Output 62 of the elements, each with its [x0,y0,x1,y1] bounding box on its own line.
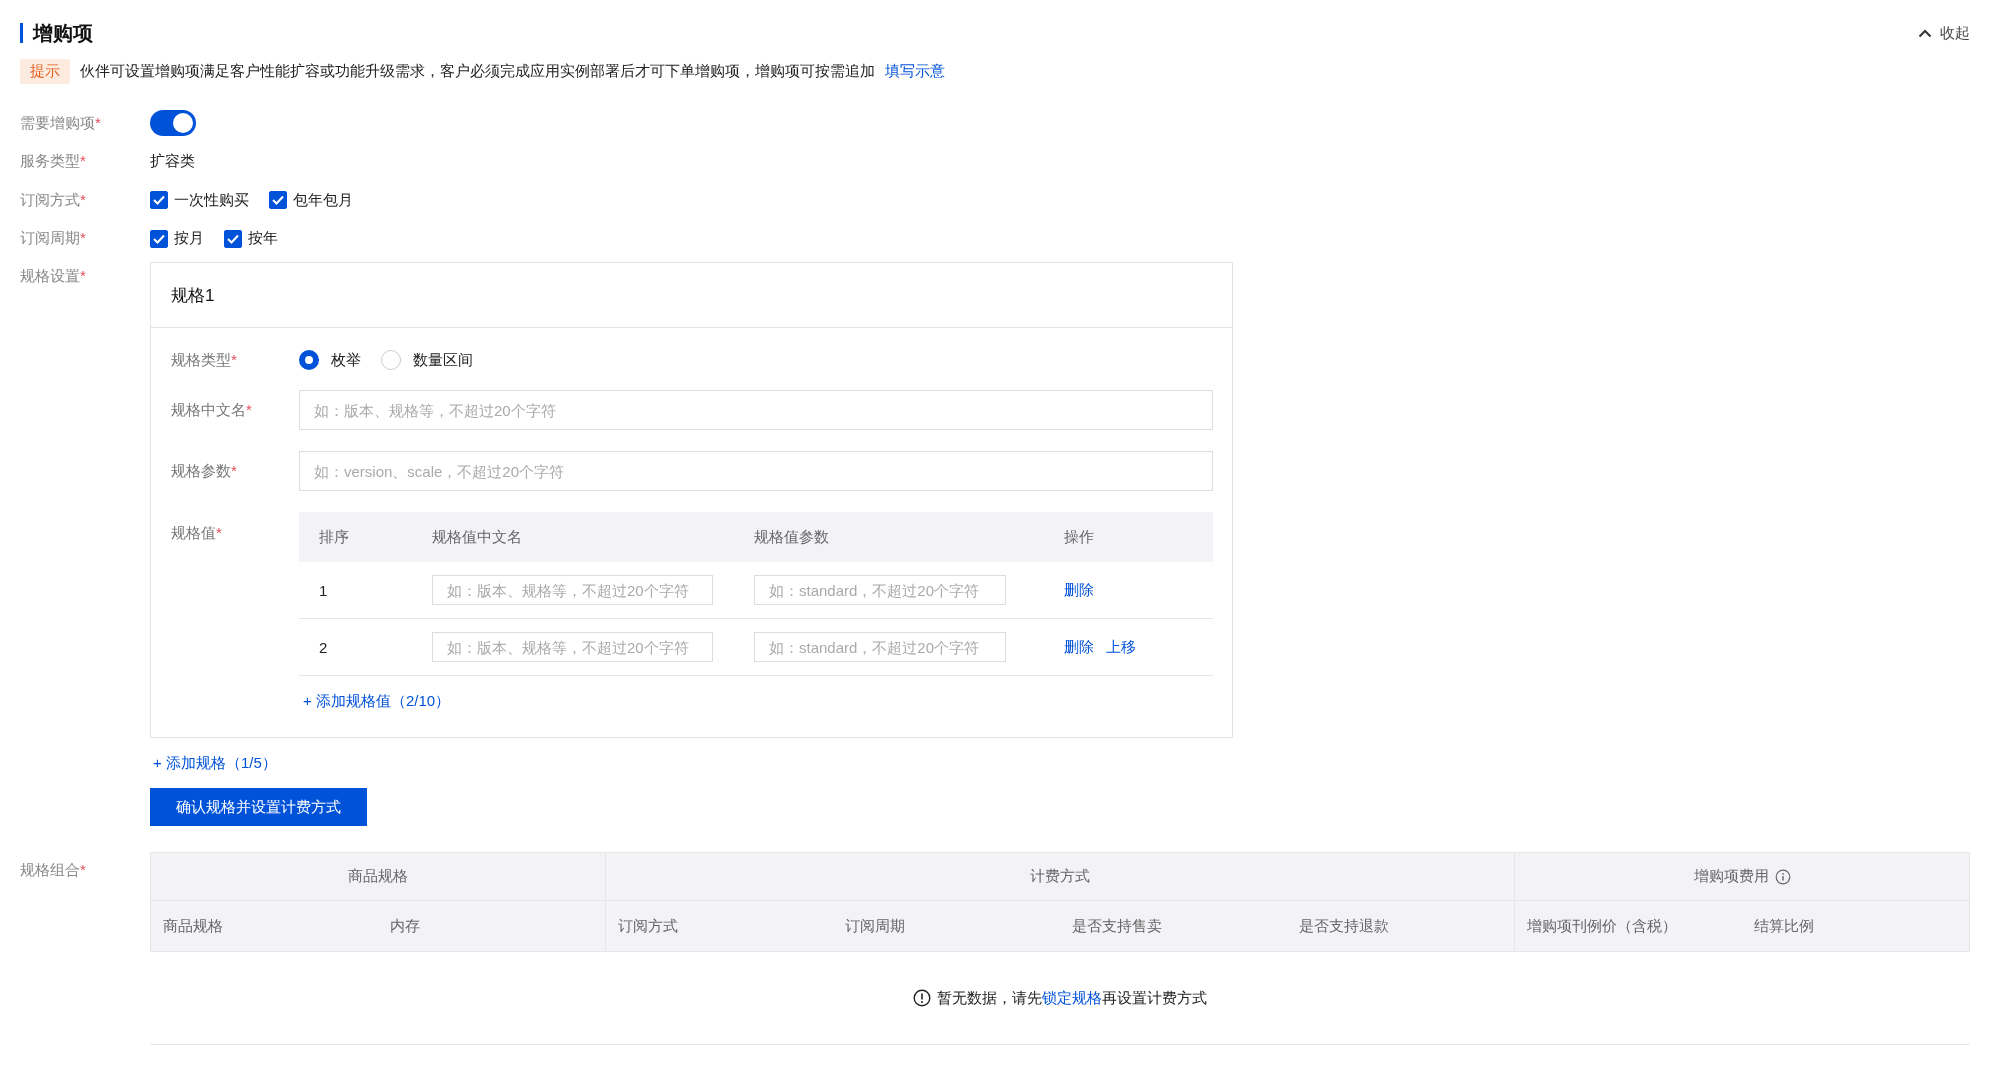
input-field[interactable]: 如：version、scale，不超过20个字符 [299,451,1213,491]
column-header: 计费方式 [1030,867,1090,886]
field-label: 服务类型* [20,152,87,172]
checkbox[interactable] [150,229,168,248]
column-header: 商品规格 [348,867,408,886]
input-field[interactable]: 如：版本、规格等，不超过20个字符 [432,575,713,605]
radio-label: 枚举 [331,350,361,370]
column-header: 操作 [1063,527,1095,547]
column-header: 是否支持退款 [1298,915,1390,936]
field-label: 订阅周期* [20,229,87,249]
confirm-button[interactable]: 确认规格并设置计费方式 [150,788,367,826]
lock-spec-link[interactable]: 锁定规格 [1042,988,1102,1006]
column-header: 订阅方式 [617,915,679,936]
input-field[interactable]: 如：版本、规格等，不超过20个字符 [299,390,1213,430]
radio-label: 数量区间 [413,350,473,370]
add-value-link[interactable]: + 添加规格值（2/10） [303,692,451,711]
chevron-up-icon [1918,28,1932,38]
section-title: 增购项 [33,20,93,46]
field-label: 规格值* [171,523,223,543]
field-label: 规格中文名* [171,400,253,420]
input-field[interactable]: 如：standard，不超过20个字符 [754,575,1006,605]
field-label: 需要增购项* [20,113,102,133]
checkbox[interactable] [150,191,168,210]
radio-button[interactable] [299,350,319,370]
field-label: 订阅方式* [20,190,87,210]
checkbox[interactable] [224,229,242,248]
column-header: 排序 [318,527,350,547]
toggle-switch[interactable] [150,110,196,137]
checkbox[interactable] [269,191,287,210]
alert-icon [913,989,931,1007]
table-cell-text: 2 [318,638,329,656]
empty-message: 暂无数据，请先锁定规格再设置计费方式 [937,988,1207,1008]
column-header: 订阅周期 [844,915,906,936]
add-spec-link[interactable]: + 添加规格（1/5） [153,754,277,773]
column-header: 增购项费用 [1693,867,1769,886]
spec-title: 规格1 [171,284,215,307]
action-link[interactable]: 删除 [1064,580,1094,600]
field-label: 规格设置* [20,266,87,286]
column-header: 商品规格 [162,915,224,936]
example-link[interactable]: 填写示意 [885,61,945,81]
checkbox-label: 一次性购买 [174,190,249,210]
table-cell-text: 1 [318,581,329,599]
collapse-button[interactable]: 收起 [1918,23,1970,43]
column-header: 规格值中文名 [431,527,523,547]
input-field[interactable]: 如：版本、规格等，不超过20个字符 [432,632,713,662]
field-label: 规格组合* [20,860,87,880]
checkbox-label: 按月 [174,229,204,249]
action-link[interactable]: 上移 [1106,637,1136,657]
checkbox-label: 包年包月 [293,190,353,210]
column-header: 内存 [389,915,421,936]
column-header: 是否支持售卖 [1071,915,1163,936]
tip-text: 伙伴可设置增购项满足客户性能扩容或功能升级需求，客户必须完成应用实例部署后才可下单增购项，增购项可按需追加 [80,61,875,81]
column-header: 增购项刊例价（含税） [1526,915,1678,936]
tip-badge: 提示 [20,58,70,84]
field-label: 规格参数* [171,461,238,481]
input-field[interactable]: 如：standard，不超过20个字符 [754,632,1006,662]
field-value: 扩容类 [150,152,195,172]
column-header: 结算比例 [1753,915,1815,936]
action-link[interactable]: 删除 [1064,637,1094,657]
column-header: 规格值参数 [753,527,830,547]
field-label: 规格类型* [171,350,238,370]
checkbox-label: 按年 [248,229,278,249]
